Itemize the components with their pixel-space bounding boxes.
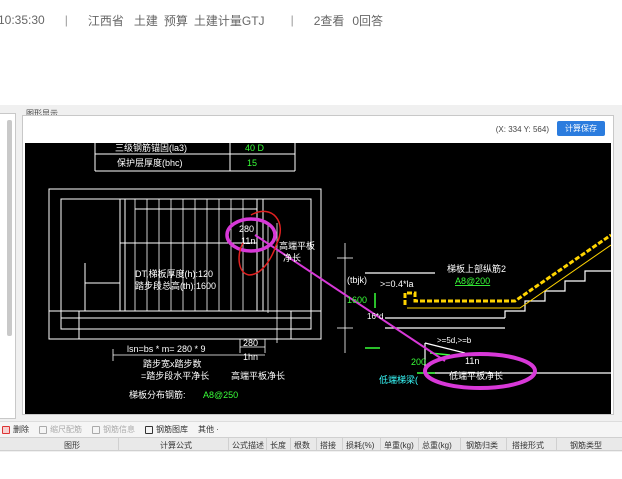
label-high-length: 高端平板净长 (231, 370, 285, 381)
label-slab-thickness: DT,梯板厚度(h):120 (135, 268, 213, 279)
table-value-bhc: 15 (247, 158, 257, 168)
label-high-platform: 高端平板 (279, 240, 315, 251)
label-dist-bar: 梯板分布钢筋: (129, 389, 186, 400)
table-value-la3: 40 D (245, 143, 265, 153)
column-divider (556, 437, 557, 451)
software-screenshot: 图形显示 (X: 334 Y: 564) 计算保存 三级钢筋锚固(la3) 40… (0, 105, 622, 479)
column-divider (506, 437, 507, 451)
post-time: 10:35:30 (0, 13, 45, 27)
rebar-table-body (0, 452, 622, 479)
column-divider (418, 437, 419, 451)
label-dist-bar-value: A8@250 (203, 390, 238, 400)
answer-count: 0回答 (352, 13, 384, 28)
column-divider (266, 437, 267, 451)
rebar-toolbar: 删除 缩尺配筋 钢筋信息 钢筋图库 其他 · (0, 421, 622, 437)
separator: | (290, 13, 294, 27)
scale-rebar-button[interactable]: 缩尺配筋 (39, 424, 82, 435)
scale-icon (39, 425, 47, 434)
stair-drawing: 三级钢筋锚固(la3) 40 D 保护层厚度(bhc) 15 DT,梯板厚度(h… (48, 143, 611, 400)
info-icon (92, 425, 100, 434)
label-step-width: 踏步宽x踏步数 (143, 358, 202, 369)
rebar-line (403, 233, 611, 305)
table-label-bhc: 保护层厚度(bhc) (117, 157, 183, 168)
separator: | (64, 13, 68, 27)
label-04la: >=0.4*la (380, 279, 414, 289)
scrollbar[interactable] (7, 120, 12, 336)
col-category[interactable]: 钢筋归类 (466, 440, 498, 451)
rebar-info-button[interactable]: 钢筋信息 (92, 424, 135, 435)
label-upper-bar: 梯板上部纵筋2 (447, 263, 506, 274)
label-1600: 1600 (347, 295, 367, 305)
col-loss[interactable]: 损耗(%) (346, 440, 374, 451)
other-menu[interactable]: 其他 · (198, 424, 219, 435)
cursor-coords: (X: 334 Y: 564) (495, 125, 549, 134)
label-280: 280 (239, 224, 254, 234)
col-count[interactable]: 根数 (294, 440, 310, 451)
column-divider (118, 437, 119, 451)
column-divider (380, 437, 381, 451)
label-200: 200 (411, 357, 426, 367)
tag-software[interactable]: 土建计量GTJ (194, 12, 265, 29)
label-tbjk: (tbjk) (347, 275, 367, 285)
col-lap[interactable]: 搭接 (320, 440, 336, 451)
library-icon (145, 425, 153, 434)
label-low-platform: 低端平板净长 (449, 370, 503, 381)
col-shape[interactable]: 图形 (64, 440, 80, 451)
label-l1n-bottom: 11n (465, 356, 479, 366)
tag-category[interactable]: 预算 (164, 12, 188, 29)
label-low-beam: 低端梯梁( (379, 374, 418, 385)
info-row: (X: 334 Y: 564) 计算保存 (23, 116, 613, 141)
label-l1n-top: 11n (241, 236, 255, 246)
cad-canvas[interactable]: 三级钢筋锚固(la3) 40 D 保护层厚度(bhc) 15 DT,梯板厚度(h… (25, 143, 611, 414)
column-divider (228, 437, 229, 451)
view-count: 2查看 (313, 13, 345, 28)
label-high-platform-net: 净长 (283, 252, 301, 263)
tag-discipline[interactable]: 土建 (134, 12, 158, 29)
delete-button[interactable]: 删除 (2, 424, 29, 435)
label-step-height: 踏步段总高(th):1600 (135, 280, 216, 291)
stair-plan (48, 188, 322, 340)
question-meta-bar: 10:35:30 | 江西省 土建 预算 土建计量GTJ | 2查看 0回答 (0, 10, 622, 30)
graphic-display-frame: (X: 334 Y: 564) 计算保存 三级钢筋锚固(la3) 40 D 保护… (22, 115, 614, 415)
label-16d: 16*d (367, 312, 383, 321)
col-formula-desc[interactable]: 公式描述 (232, 440, 264, 451)
label-280-bottom: 280 (243, 338, 258, 348)
rebar-table-header: 图形 计算公式 公式描述 长度 根数 搭接 损耗(%) 单重(kg) 总重(kg… (0, 437, 622, 451)
col-length[interactable]: 长度 (270, 440, 286, 451)
stair-treads (134, 199, 244, 311)
left-panel (0, 113, 16, 419)
col-rebar-type[interactable]: 钢筋类型 (570, 440, 602, 451)
col-total-weight[interactable]: 总重(kg) (422, 440, 452, 451)
column-divider (342, 437, 343, 451)
delete-icon (2, 425, 10, 434)
col-formula[interactable]: 计算公式 (160, 440, 192, 451)
label-formula: lsn=bs * m= 280 * 9 (127, 344, 206, 354)
label-l1n-mid: 1hn (243, 352, 258, 362)
rebar-library-button[interactable]: 钢筋图库 (145, 424, 188, 435)
label-upper-bar-value: A8@200 (455, 276, 490, 286)
tag-region[interactable]: 江西省 (88, 12, 124, 29)
column-divider (316, 437, 317, 451)
label-5d: >=5d,>=b (437, 336, 472, 345)
label-step-equation: =踏步段水平净长 (141, 370, 209, 381)
col-lap-type[interactable]: 搭接形式 (512, 440, 544, 451)
calc-save-button[interactable]: 计算保存 (557, 121, 605, 136)
col-unit-weight[interactable]: 单重(kg) (384, 440, 414, 451)
column-divider (460, 437, 461, 451)
table-label-la3: 三级钢筋锚固(la3) (115, 143, 187, 153)
column-divider (290, 437, 291, 451)
